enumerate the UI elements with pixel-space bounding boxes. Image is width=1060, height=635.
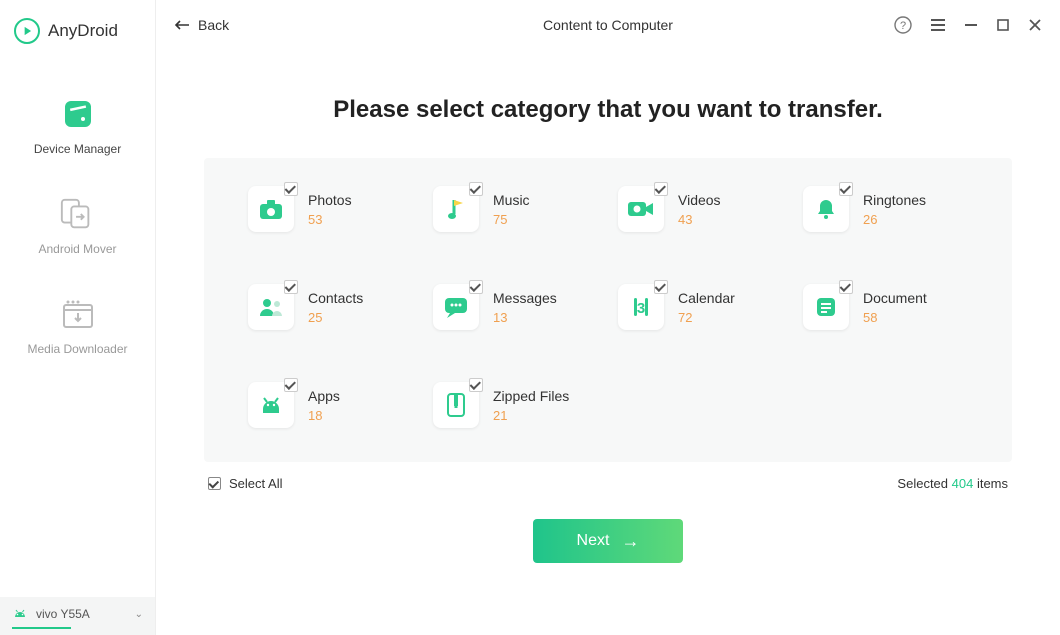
sidebar: AnyDroid Device Manager Android Mover Me… (0, 0, 156, 635)
category-count: 72 (678, 310, 735, 325)
messages-icon (433, 284, 479, 330)
checkbox-icon[interactable] (839, 182, 853, 196)
checkbox-icon[interactable] (469, 182, 483, 196)
sidebar-item-media-downloader[interactable]: Media Downloader (27, 296, 127, 356)
checkbox-icon[interactable] (284, 280, 298, 294)
arrow-left-icon (174, 19, 190, 31)
selected-summary: Selected 404 items (897, 476, 1008, 491)
checkbox-icon[interactable] (469, 280, 483, 294)
category-label: Music (493, 192, 530, 208)
sidebar-item-label: Media Downloader (27, 342, 127, 356)
category-count: 18 (308, 408, 340, 423)
category-label: Apps (308, 388, 340, 404)
category-photos[interactable]: Photos 53 (248, 186, 413, 232)
close-icon[interactable] (1028, 18, 1042, 32)
category-messages[interactable]: Messages 13 (433, 284, 598, 330)
help-icon[interactable]: ? (894, 16, 912, 34)
category-count: 58 (863, 310, 927, 325)
android-mover-icon (59, 196, 95, 232)
category-label: Videos (678, 192, 721, 208)
ringtones-icon (803, 186, 849, 232)
category-ringtones[interactable]: Ringtones 26 (803, 186, 968, 232)
checkbox-icon[interactable] (654, 182, 668, 196)
maximize-icon[interactable] (996, 18, 1010, 32)
arrow-right-icon: → (621, 531, 639, 552)
category-panel: Photos 53 Music 75 Videos 43 Ringtones 26 Contac… (204, 158, 1012, 462)
calendar-icon: 3 (618, 284, 664, 330)
category-count: 26 (863, 212, 926, 227)
category-count: 13 (493, 310, 557, 325)
category-videos[interactable]: Videos 43 (618, 186, 783, 232)
app-logo: AnyDroid (0, 0, 155, 58)
menu-icon[interactable] (930, 18, 946, 32)
select-all-label: Select All (229, 476, 282, 491)
window-controls: ? (894, 16, 1042, 34)
photos-icon (248, 186, 294, 232)
logo-icon (14, 18, 40, 44)
checkbox-icon[interactable] (839, 280, 853, 294)
category-contacts[interactable]: Contacts 25 (248, 284, 413, 330)
footer-row: Select All Selected 404 items (204, 462, 1012, 491)
device-manager-icon (60, 96, 96, 132)
heading: Please select category that you want to … (333, 96, 883, 124)
category-zipped[interactable]: Zipped Files 21 (433, 382, 598, 428)
checkbox-icon[interactable] (284, 378, 298, 392)
category-music[interactable]: Music 75 (433, 186, 598, 232)
category-document[interactable]: Document 58 (803, 284, 968, 330)
apps-icon (248, 382, 294, 428)
media-downloader-icon (60, 296, 96, 332)
checkbox-icon[interactable] (284, 182, 298, 196)
zipped-icon (433, 382, 479, 428)
checkbox-icon (208, 477, 221, 490)
sidebar-item-label: Device Manager (34, 142, 121, 156)
category-calendar[interactable]: 3 Calendar 72 (618, 284, 783, 330)
android-icon (12, 607, 28, 621)
device-storage-bar (12, 627, 71, 629)
music-icon (433, 186, 479, 232)
category-grid: Photos 53 Music 75 Videos 43 Ringtones 26 Contac… (248, 186, 968, 428)
document-icon (803, 284, 849, 330)
contacts-icon (248, 284, 294, 330)
sidebar-item-label: Android Mover (38, 242, 116, 256)
category-count: 53 (308, 212, 352, 227)
category-count: 25 (308, 310, 363, 325)
select-all-checkbox[interactable]: Select All (208, 476, 282, 491)
category-label: Contacts (308, 290, 363, 306)
titlebar: Back Content to Computer ? (156, 0, 1060, 50)
back-label: Back (198, 17, 229, 33)
device-name: vivo Y55A (36, 607, 127, 621)
svg-text:?: ? (900, 20, 906, 32)
category-count: 75 (493, 212, 530, 227)
category-label: Zipped Files (493, 388, 569, 404)
sidebar-nav: Device Manager Android Mover Media Downl… (0, 58, 155, 356)
category-label: Ringtones (863, 192, 926, 208)
back-button[interactable]: Back (174, 17, 229, 33)
checkbox-icon[interactable] (469, 378, 483, 392)
videos-icon (618, 186, 664, 232)
sidebar-item-android-mover[interactable]: Android Mover (38, 196, 116, 256)
main-content: Back Content to Computer ? Please select… (156, 0, 1060, 635)
page-title: Content to Computer (543, 17, 673, 33)
chevron-down-icon: ⌄ (135, 609, 143, 620)
device-selector[interactable]: vivo Y55A ⌄ (0, 597, 155, 635)
svg-text:3: 3 (637, 300, 645, 317)
category-count: 43 (678, 212, 721, 227)
category-label: Photos (308, 192, 352, 208)
category-label: Calendar (678, 290, 735, 306)
category-label: Document (863, 290, 927, 306)
next-label: Next (577, 532, 610, 550)
sidebar-item-device-manager[interactable]: Device Manager (34, 96, 121, 156)
app-name: AnyDroid (48, 21, 118, 41)
category-label: Messages (493, 290, 557, 306)
category-apps[interactable]: Apps 18 (248, 382, 413, 428)
minimize-icon[interactable] (964, 18, 978, 32)
checkbox-icon[interactable] (654, 280, 668, 294)
category-count: 21 (493, 408, 569, 423)
next-button[interactable]: Next → (533, 519, 683, 563)
